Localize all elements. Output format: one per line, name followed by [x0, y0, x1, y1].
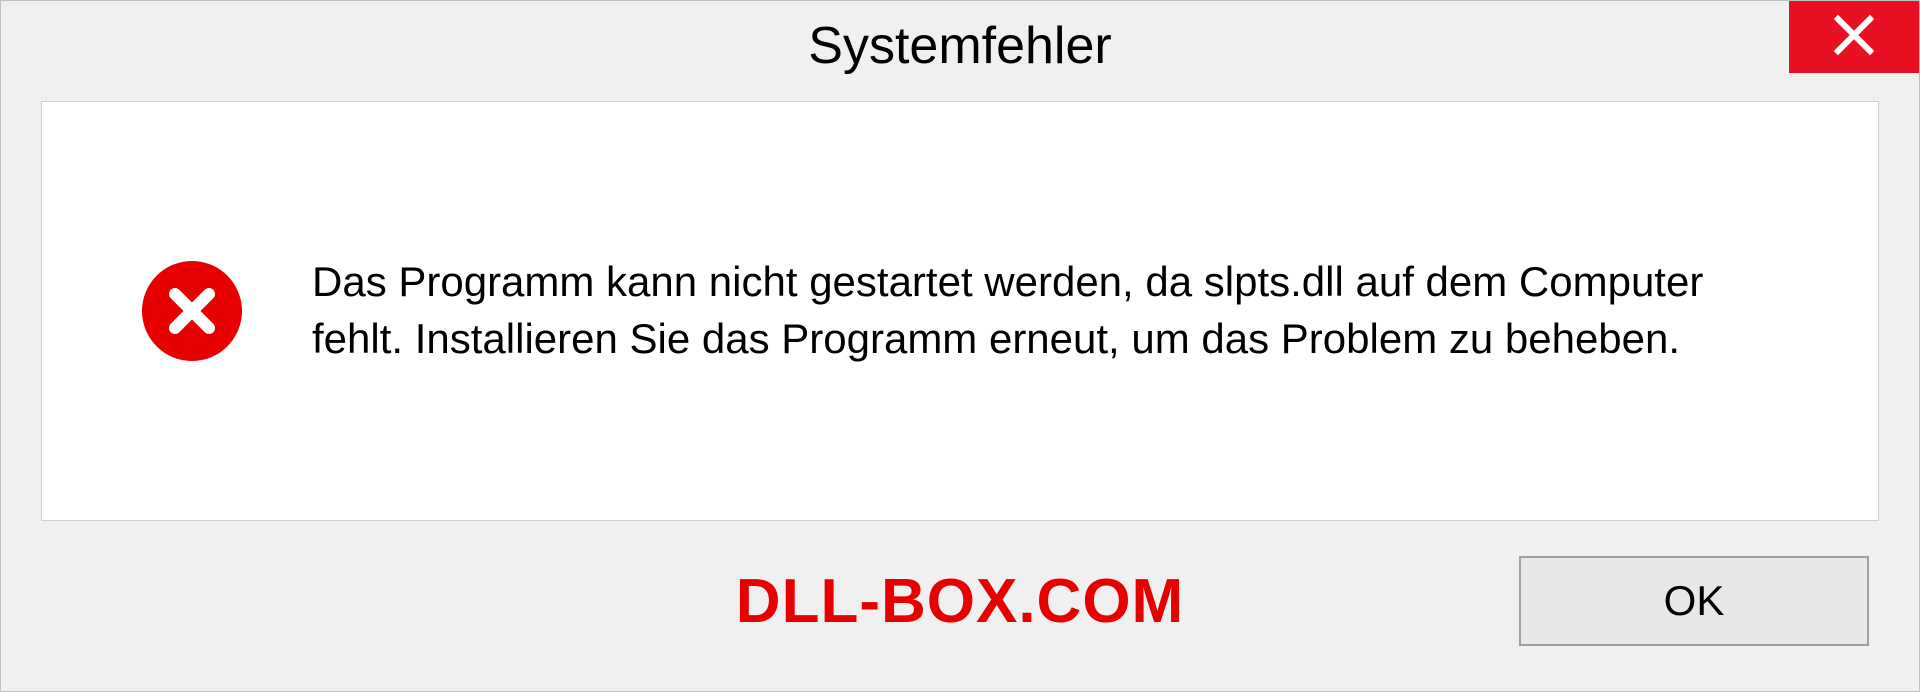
content-area: Das Programm kann nicht gestartet werden…	[41, 101, 1879, 521]
error-icon	[142, 261, 242, 361]
ok-button[interactable]: OK	[1519, 556, 1869, 646]
title-bar: Systemfehler	[1, 1, 1919, 91]
watermark-text: DLL-BOX.COM	[736, 566, 1184, 637]
error-message: Das Programm kann nicht gestartet werden…	[312, 254, 1798, 367]
close-button[interactable]	[1789, 1, 1919, 73]
dialog-footer: DLL-BOX.COM OK	[1, 541, 1919, 691]
dialog-title: Systemfehler	[808, 16, 1111, 76]
error-dialog: Systemfehler Das Programm kann nicht ges…	[0, 0, 1920, 692]
close-icon	[1832, 13, 1876, 62]
